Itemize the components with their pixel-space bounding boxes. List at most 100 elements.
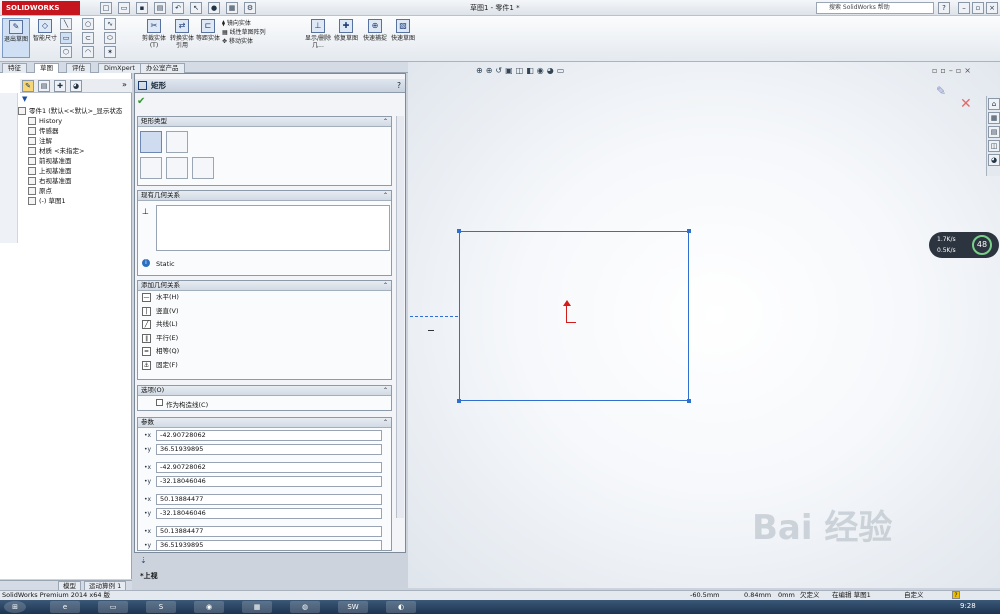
param-x4-input[interactable]: 50.13884477 — [156, 526, 382, 537]
explorer-icon[interactable]: ▭ — [98, 601, 128, 613]
move-entities-item[interactable]: ✥ 移动实体 — [222, 37, 302, 46]
tree-item-right-plane[interactable]: 右视基准面 — [18, 176, 132, 186]
scene-icon[interactable]: ▭ — [557, 66, 568, 75]
resources-icon[interactable]: ⌂ — [988, 98, 1000, 110]
param-x4[interactable]: •x 50.13884477 — [144, 526, 391, 538]
linear-pattern-item[interactable]: ▦ 线性草图阵列 — [222, 28, 302, 37]
design-library-icon[interactable]: ▦ — [988, 112, 1000, 124]
ok-check-icon[interactable]: ✔ — [137, 96, 145, 107]
param-y1-input[interactable]: 36.51939895 — [156, 444, 382, 455]
configuration-manager-icon[interactable]: ✚ — [54, 80, 66, 92]
confirmation-corner-exit-icon[interactable]: ✎ — [936, 84, 946, 98]
quick-snaps-button[interactable]: ⊕ 快速捕捉 — [362, 18, 388, 58]
minimize-icon[interactable]: – — [949, 66, 956, 75]
pm-scrollbar[interactable] — [396, 116, 404, 518]
param-y4[interactable]: •y 36.51939895 — [144, 540, 391, 550]
new-file-icon[interactable]: □ — [100, 2, 112, 14]
display-manager-icon[interactable]: ◕ — [70, 80, 82, 92]
rectangle-corner-handle[interactable] — [687, 229, 691, 233]
tree-item-sensors[interactable]: 传感器 — [18, 126, 132, 136]
restore-icon[interactable]: ▫ — [972, 2, 984, 14]
rect-type-header[interactable]: 矩形类型 ⌃ — [138, 117, 391, 127]
param-x1-input[interactable]: -42.90728062 — [156, 430, 382, 441]
options-icon[interactable]: ⚙ — [244, 2, 256, 14]
tree-item-annotations[interactable]: 注解 — [18, 136, 132, 146]
line-icon[interactable]: ╲ — [60, 18, 72, 30]
repair-sketch-button[interactable]: ✚ 修复草图 — [334, 18, 358, 58]
undo-icon[interactable]: ↶ — [172, 2, 184, 14]
app-icon[interactable]: ◐ — [386, 601, 416, 613]
param-y2-input[interactable]: -32.18046046 — [156, 476, 382, 487]
tree-item-origin[interactable]: 原点 — [18, 186, 132, 196]
rectangle-corner-handle[interactable] — [457, 229, 461, 233]
relation-vertical[interactable]: | 竖直(V) — [138, 305, 391, 319]
restore-icon[interactable]: ▫ — [956, 66, 964, 75]
units-custom[interactable]: 自定义 — [904, 591, 924, 600]
center-rectangle-icon[interactable] — [166, 131, 188, 153]
tab-evaluate[interactable]: 评估 — [66, 63, 91, 73]
3point-corner-rectangle-icon[interactable] — [140, 157, 162, 179]
param-y3-input[interactable]: -32.18046046 — [156, 508, 382, 519]
circle-icon[interactable]: ○ — [82, 18, 94, 30]
spline-icon[interactable]: ∿ — [104, 18, 116, 30]
tree-item-top-plane[interactable]: 上视基准面 — [18, 166, 132, 176]
zoom-to-fit-icon[interactable]: ⊕ — [476, 66, 486, 75]
exit-sketch-button[interactable]: ✎ 退出草图 — [2, 18, 30, 58]
view-palette-icon[interactable]: ◫ — [988, 140, 1000, 152]
polygon-icon[interactable]: ⬡ — [60, 46, 72, 58]
point-icon[interactable]: ✶ — [104, 46, 116, 58]
tab-office-products[interactable]: 办公室产品 — [140, 63, 185, 73]
sketch-rectangle[interactable] — [459, 231, 689, 401]
corner-rectangle-icon[interactable] — [140, 131, 162, 153]
rectangle-corner-handle[interactable] — [457, 399, 461, 403]
slot-icon[interactable]: ⊂ — [82, 32, 94, 44]
previous-view-icon[interactable]: ↺ — [495, 66, 505, 75]
tree-item-sketch1[interactable]: (-) 草图1 — [18, 196, 132, 206]
param-x1[interactable]: •x -42.90728062 — [144, 430, 391, 442]
relation-equal[interactable]: = 相等(Q) — [138, 345, 391, 359]
rectangle-corner-handle[interactable] — [687, 399, 691, 403]
appearances-icon[interactable]: ◕ — [988, 154, 1000, 166]
file-properties-icon[interactable]: ▦ — [226, 2, 238, 14]
app-icon[interactable]: S — [146, 601, 176, 613]
display-relations-button[interactable]: ⊥ 显示/删除几... — [304, 18, 332, 58]
tree-item-material[interactable]: 材质 <未指定> — [18, 146, 132, 156]
print-icon[interactable]: ▤ — [154, 2, 166, 14]
pm-help-icon[interactable]: ? — [397, 79, 401, 92]
tree-item-front-plane[interactable]: 前视基准面 — [18, 156, 132, 166]
offset-entities-button[interactable]: ⊏ 等距实体 — [196, 18, 220, 58]
close-icon[interactable]: × — [964, 66, 974, 75]
construction-checkbox[interactable] — [156, 399, 163, 406]
display-style-icon[interactable]: ◧ — [526, 66, 537, 75]
trim-button[interactable]: ✂ 剪裁实体(T) — [140, 18, 168, 58]
relations-list[interactable] — [156, 205, 390, 251]
search-input[interactable]: 搜索 SolidWorks 帮助 — [816, 2, 934, 14]
help-icon[interactable]: ? — [952, 591, 960, 599]
3point-center-rectangle-icon[interactable] — [166, 157, 188, 179]
tab-dimxpert[interactable]: DimXpert — [98, 63, 141, 73]
tab-sketch[interactable]: 草图 — [34, 63, 59, 73]
help-icon[interactable]: ? — [938, 2, 950, 14]
smart-dimension-button[interactable]: ◇ 智能尺寸 — [32, 18, 58, 58]
tree-item-history[interactable]: History — [18, 116, 132, 126]
zoom-area-icon[interactable]: ⊕ — [486, 66, 496, 75]
add-relations-header[interactable]: 添加几何关系 ⌃ — [138, 281, 391, 291]
relation-horizontal[interactable]: — 水平(H) — [138, 291, 391, 305]
open-file-icon[interactable]: ▭ — [118, 2, 130, 14]
param-y1[interactable]: •y 36.51939895 — [144, 444, 391, 456]
property-manager-icon[interactable]: ▤ — [38, 80, 50, 92]
view-orientation-icon[interactable]: ◫ — [516, 66, 527, 75]
param-x3[interactable]: •x 50.13884477 — [144, 494, 391, 506]
param-x2-input[interactable]: -42.90728062 — [156, 462, 382, 473]
tree-root[interactable]: 零件1 (默认<<默认>_显示状态 — [18, 106, 132, 116]
relation-fix[interactable]: ⚓ 固定(F) — [138, 359, 391, 373]
ellipse-icon[interactable]: ⬭ — [104, 32, 116, 44]
tab-features[interactable]: 特征 — [2, 63, 27, 73]
arc-icon[interactable]: ◠ — [82, 46, 94, 58]
app-icon[interactable]: ◉ — [194, 601, 224, 613]
rebuild-icon[interactable]: ● — [208, 2, 220, 14]
existing-relations-header[interactable]: 现有几何关系 ⌃ — [138, 191, 391, 201]
param-y4-input[interactable]: 36.51939895 — [156, 540, 382, 550]
feature-manager-icon[interactable]: ✎ — [22, 80, 34, 92]
confirmation-corner-cancel-icon[interactable]: ✕ — [960, 96, 972, 112]
